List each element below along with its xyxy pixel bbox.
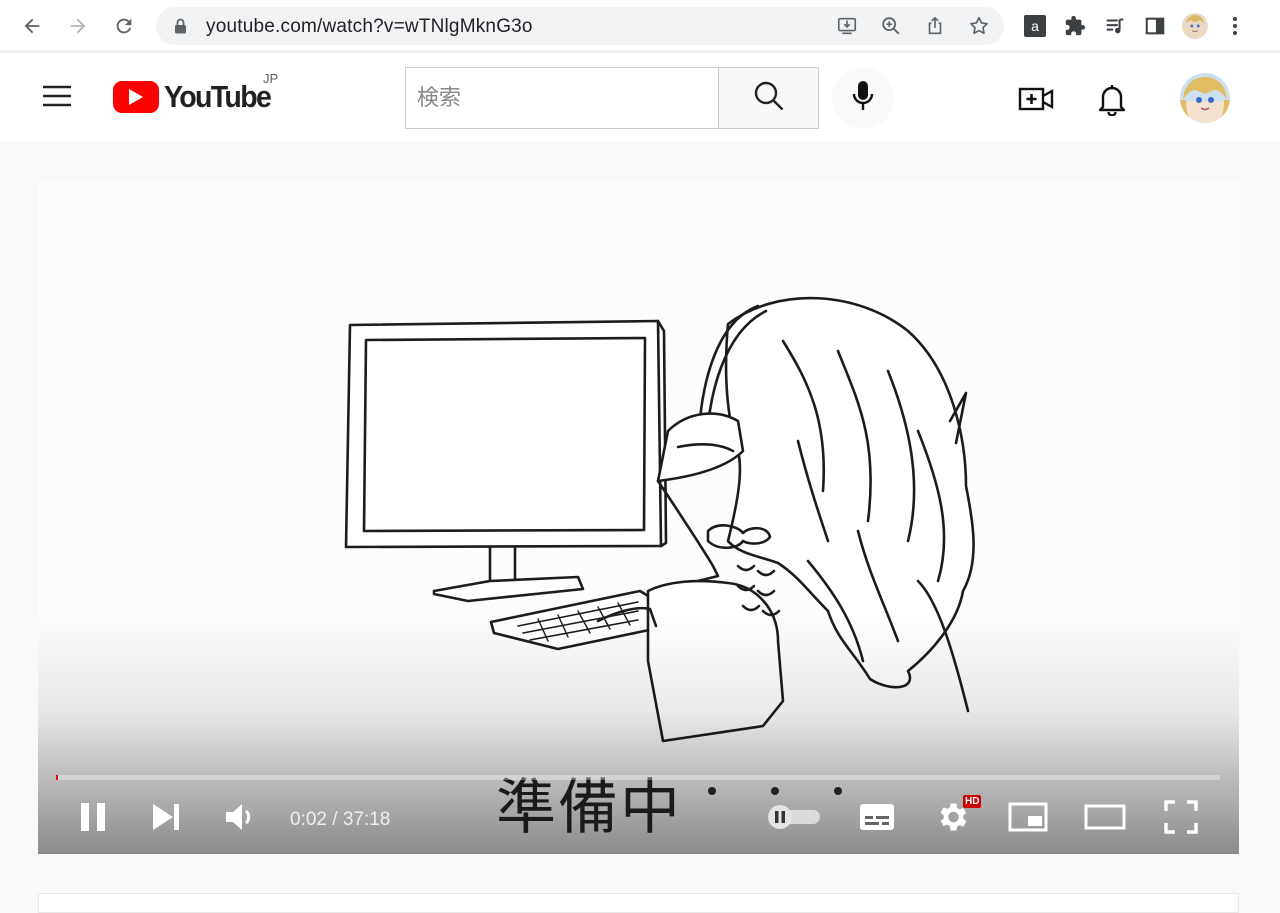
miniplayer-button[interactable] xyxy=(1008,797,1048,837)
avatar[interactable] xyxy=(1180,73,1230,123)
youtube-header: YouTube JP xyxy=(0,53,1280,141)
volume-button[interactable] xyxy=(224,797,258,837)
next-icon xyxy=(153,804,179,830)
share-icon[interactable] xyxy=(922,13,948,39)
time-total: 37:18 xyxy=(342,809,391,830)
profile-avatar[interactable] xyxy=(1182,13,1208,39)
puzzle-icon[interactable] xyxy=(1062,13,1088,39)
search-icon xyxy=(752,79,786,118)
search-box[interactable] xyxy=(405,67,719,129)
progress-played xyxy=(56,775,58,780)
region-code: JP xyxy=(263,71,279,86)
browser-toolbar: youtube.com/watch?v=wTNlgMknG3o a xyxy=(0,0,1280,52)
progress-bar[interactable] xyxy=(56,775,1220,780)
time-separator: / xyxy=(326,809,343,830)
address-bar[interactable]: youtube.com/watch?v=wTNlgMknG3o xyxy=(156,7,1004,45)
forward-icon[interactable] xyxy=(64,12,92,40)
theater-icon xyxy=(1084,804,1126,830)
zoom-icon[interactable] xyxy=(878,13,904,39)
search-button[interactable] xyxy=(718,67,819,129)
pause-icon xyxy=(81,803,105,831)
time-display: 0:02 / 37:18 xyxy=(290,809,390,831)
miniplayer-icon xyxy=(1008,802,1048,832)
fullscreen-button[interactable] xyxy=(1164,797,1198,837)
time-current: 0:02 xyxy=(290,809,327,830)
volume-icon xyxy=(226,804,251,830)
install-icon[interactable] xyxy=(834,13,860,39)
logo-text: YouTube xyxy=(164,79,272,114)
video-player[interactable]: 準備中 0:02 / 37:18 HD xyxy=(38,181,1239,854)
mic-icon xyxy=(852,80,874,117)
below-player-panel xyxy=(38,893,1239,913)
autoplay-toggle-icon xyxy=(768,805,820,829)
player-controls: 0:02 / 37:18 HD xyxy=(38,787,1239,847)
autoplay-toggle[interactable] xyxy=(766,797,822,837)
fullscreen-icon xyxy=(1164,800,1198,834)
reload-icon[interactable] xyxy=(110,12,138,40)
youtube-play-logo-icon xyxy=(113,81,159,113)
media-queue-icon[interactable] xyxy=(1102,13,1128,39)
voice-search-button[interactable] xyxy=(832,67,894,129)
side-panel-icon[interactable] xyxy=(1142,13,1168,39)
theater-mode-button[interactable] xyxy=(1084,797,1126,837)
extension-a-icon[interactable]: a xyxy=(1022,13,1048,39)
create-video-icon[interactable] xyxy=(1016,79,1056,119)
svg-text:a: a xyxy=(1031,18,1039,34)
pause-button[interactable] xyxy=(78,797,108,837)
youtube-logo[interactable]: YouTube JP xyxy=(113,71,279,115)
bookmark-star-icon[interactable] xyxy=(966,13,992,39)
url-text[interactable]: youtube.com/watch?v=wTNlgMknG3o xyxy=(206,16,533,38)
lock-icon[interactable] xyxy=(174,18,187,39)
back-icon[interactable] xyxy=(18,12,46,40)
search-input[interactable] xyxy=(406,68,719,128)
next-button[interactable] xyxy=(150,797,182,837)
kebab-menu-icon[interactable] xyxy=(1222,13,1248,39)
menu-icon[interactable] xyxy=(40,84,74,110)
subtitles-button[interactable] xyxy=(858,797,896,837)
hd-badge: HD xyxy=(963,795,982,808)
subtitles-icon xyxy=(860,804,894,830)
bell-icon[interactable] xyxy=(1092,79,1132,119)
